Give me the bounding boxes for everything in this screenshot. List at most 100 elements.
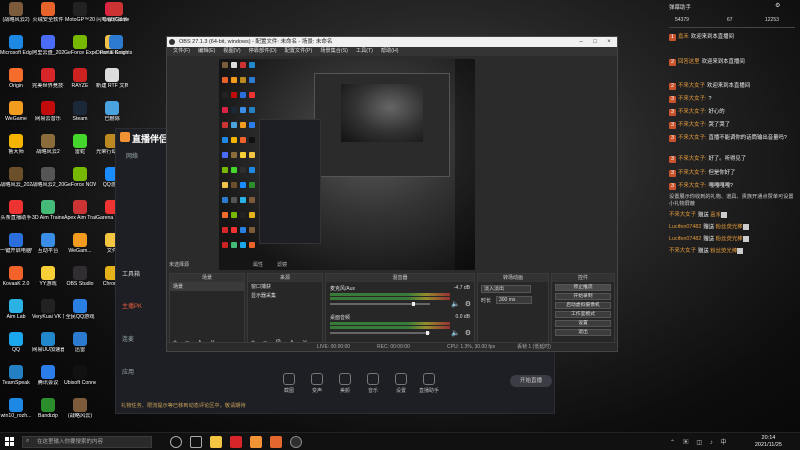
streamer-app-tab[interactable]: 网络 xyxy=(126,151,138,160)
desktop-icon[interactable]: 一键开启电脑Windows 发行 xyxy=(0,233,32,254)
menu-item[interactable]: 配置文件(P) xyxy=(285,48,313,54)
menu-item[interactable]: 停靠部件(D) xyxy=(249,48,277,54)
speaker-icon[interactable]: 🔈 xyxy=(451,300,460,308)
chat-username[interactable]: 不来大女子: xyxy=(678,156,706,162)
desktop-icon[interactable]: 网易云音乐 xyxy=(32,101,64,122)
taskbar-clock[interactable]: 20:14 2021/11/25 xyxy=(755,435,782,449)
menu-item[interactable]: 编辑(E) xyxy=(198,48,215,54)
desktop-icon[interactable]: 网易UU加速器 xyxy=(32,332,64,353)
desktop-icon[interactable]: VeryKuai VK 加速器 xyxy=(32,299,64,320)
desktop-icon[interactable]: Crab Game xyxy=(100,2,132,23)
desktop-icon[interactable]: 全民QQ游戏 xyxy=(64,299,96,320)
filters-button[interactable]: 滤镜 xyxy=(277,261,287,268)
menu-item[interactable]: 视图(V) xyxy=(223,48,240,54)
streamer-tool-button[interactable]: 截图 xyxy=(276,373,302,394)
desktop-icon[interactable]: Steam xyxy=(64,101,96,122)
lianmai-label[interactable]: 连麦 xyxy=(122,334,134,343)
desktop-icon[interactable]: WeGam... xyxy=(64,233,96,254)
desktop-icon[interactable]: 鲁大师 xyxy=(0,134,32,155)
maximize-icon[interactable]: □ xyxy=(589,37,601,47)
pk-label[interactable]: 主播PK xyxy=(122,301,142,310)
desktop-icon[interactable]: 战略风云_2021091... xyxy=(0,167,32,188)
system-tray-icons[interactable]: ⌃ ▣ ◫ ♪ 中 xyxy=(670,437,729,446)
streamer-app-taskbar-icon[interactable] xyxy=(250,436,262,448)
chat-username[interactable]: 不来大女子: xyxy=(678,183,706,189)
control-button[interactable]: 工作室模式 xyxy=(555,311,611,318)
volume-slider[interactable] xyxy=(330,302,430,306)
app-taskbar-icon[interactable] xyxy=(270,436,282,448)
obs-taskbar-icon[interactable] xyxy=(290,436,302,448)
desktop-icon[interactable]: Aim Lab xyxy=(0,299,32,320)
transition-type-select[interactable]: 淡入淡出 xyxy=(481,285,531,293)
desktop-icon[interactable]: WeGame xyxy=(0,101,32,122)
gift-sender[interactable]: Lucifen07482 xyxy=(669,224,701,230)
desktop-icon[interactable]: 腾讯会议 xyxy=(32,365,64,386)
desktop-icon[interactable]: TeamSpeak xyxy=(0,365,32,386)
scene-item[interactable]: 场景 xyxy=(170,282,244,291)
desktop-icon[interactable]: Ubisoft Connect xyxy=(64,365,96,386)
desktop-icon[interactable]: GeForce NOW xyxy=(64,167,96,188)
desktop-icon[interactable]: Bandizip xyxy=(32,398,64,419)
gift-sender[interactable]: 不来大女子 xyxy=(669,212,696,218)
desktop-icon[interactable]: 战略风云2_2042 xyxy=(32,167,64,188)
close-icon[interactable]: × xyxy=(603,37,615,47)
desktop-icon[interactable]: 火绒安全软件 xyxy=(32,2,64,23)
task-view-icon[interactable] xyxy=(190,436,202,448)
desktop-icon[interactable]: 已删除 xyxy=(96,101,128,122)
chat-username[interactable]: 不来大女子: xyxy=(678,96,706,102)
streamer-tool-button[interactable]: 美颜 xyxy=(332,373,358,394)
desktop-icon[interactable]: QQ xyxy=(0,332,32,353)
chat-username[interactable]: 不来大女子 xyxy=(678,83,705,89)
desktop-icon[interactable]: GeForce Experience xyxy=(64,35,96,56)
start-live-button[interactable]: 开始直播 xyxy=(510,375,552,387)
source-item[interactable]: 窗口捕获 xyxy=(248,282,322,291)
gift-sender[interactable]: Lucifen07482 xyxy=(669,236,701,242)
desktop-icon[interactable]: 头条直播助手 xyxy=(0,200,32,221)
desktop-icon[interactable]: win10_rozh... xyxy=(0,398,32,419)
source-item[interactable]: 显示器采集 xyxy=(248,291,322,300)
file-explorer-icon[interactable] xyxy=(210,436,222,448)
minimize-icon[interactable]: – xyxy=(575,37,587,47)
windows-start-icon[interactable] xyxy=(5,437,14,446)
desktop-icon[interactable]: KovaaK 2.0 xyxy=(0,266,32,287)
desktop-icon[interactable]: (战略风云2) xyxy=(0,2,32,23)
cortana-icon[interactable] xyxy=(170,436,182,448)
menu-item[interactable]: 文件(F) xyxy=(173,48,190,54)
desktop-icon[interactable]: 3D Aim Trainer xyxy=(32,200,64,221)
chat-settings-icon[interactable]: ⚙ xyxy=(775,2,780,9)
gear-icon[interactable]: ⚙ xyxy=(465,329,471,337)
chat-username[interactable]: 不来大女子: xyxy=(678,135,706,141)
control-button[interactable]: 启动虚拟摄像机 xyxy=(555,302,611,309)
desktop-icon[interactable]: Microsoft Edge xyxy=(0,35,32,56)
desktop-icon[interactable]: Origin xyxy=(0,68,32,89)
chat-username[interactable]: 不来大女子: xyxy=(678,170,706,176)
duration-input[interactable]: 300 ms xyxy=(496,296,532,304)
desktop-icon[interactable]: 雷蛇 xyxy=(64,134,96,155)
chat-username[interactable]: 嘉禾 xyxy=(678,34,689,40)
desktop-icon[interactable]: 阿里云盘_2021100... xyxy=(32,35,64,56)
chat-username[interactable]: 不来大女子: xyxy=(678,122,706,128)
desktop-icon[interactable]: 互动平台 xyxy=(32,233,64,254)
gift-sender[interactable]: 不来大女子 xyxy=(669,248,696,254)
streamer-tool-button[interactable]: 音乐 xyxy=(360,373,386,394)
streamer-tool-button[interactable]: 直播助手 xyxy=(416,373,442,394)
desktop-icon[interactable]: (战略风云) xyxy=(64,398,96,419)
speaker-icon[interactable]: 🔈 xyxy=(451,329,460,337)
chat-username[interactable]: 回答这里 xyxy=(678,59,700,65)
menu-item[interactable]: 帮助(H) xyxy=(381,48,399,54)
gear-icon[interactable]: ⚙ xyxy=(465,300,471,308)
control-button[interactable]: 开始录制 xyxy=(555,293,611,300)
desktop-icon[interactable]: MotoGP™20 xyxy=(64,2,96,23)
taskbar-search-input[interactable]: 在这里输入你要搜索的内容 xyxy=(22,436,152,448)
control-button[interactable]: 退出 xyxy=(555,329,611,336)
streamer-tool-button[interactable]: 变声 xyxy=(304,373,330,394)
apply-label[interactable]: 应用 xyxy=(122,367,134,376)
menu-item[interactable]: 工具(T) xyxy=(356,48,373,54)
control-button[interactable]: 停止推流 xyxy=(555,284,611,291)
desktop-icon[interactable]: 战略风云2 xyxy=(32,134,64,155)
desktop-icon[interactable]: Portal Knights xyxy=(100,35,132,56)
desktop-icon[interactable]: Apex Aim Trainer xyxy=(64,200,96,221)
menu-item[interactable]: 场景集合(S) xyxy=(320,48,348,54)
desktop-icon[interactable]: 迅雷 xyxy=(64,332,96,353)
chat-username[interactable]: 不来大女子: xyxy=(678,109,706,115)
